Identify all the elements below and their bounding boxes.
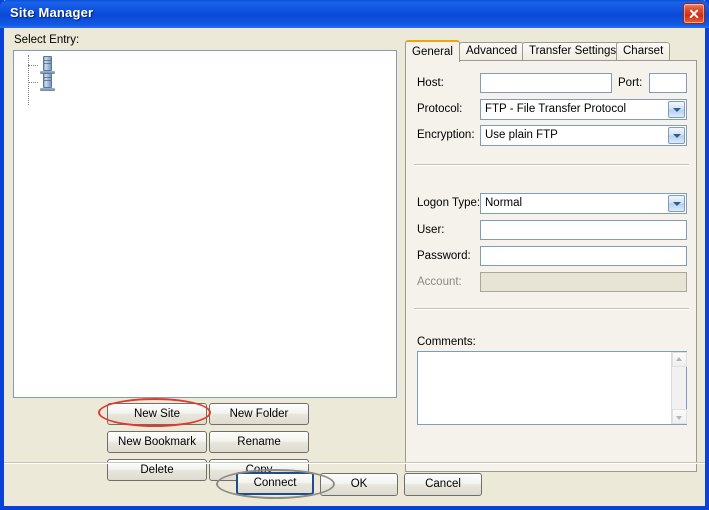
section-divider (414, 164, 689, 166)
host-label: Host: (417, 77, 444, 89)
user-label: User: (417, 224, 445, 236)
tab-transfer-settings[interactable]: Transfer Settings (522, 42, 624, 61)
protocol-value: FTP - File Transfer Protocol (485, 103, 627, 115)
chevron-down-icon[interactable] (668, 195, 685, 212)
dialog-client-area: Select Entry: New Site New Folder New Bo… (4, 28, 705, 506)
tab-advanced[interactable]: Advanced (459, 42, 525, 61)
protocol-select[interactable]: FTP - File Transfer Protocol (480, 99, 687, 120)
ok-button[interactable]: OK (320, 473, 398, 496)
password-label: Password: (417, 250, 471, 262)
tab-strip: General Advanced Transfer Settings Chars… (405, 40, 697, 62)
rename-button[interactable]: Rename (209, 431, 309, 453)
chevron-down-icon[interactable] (668, 127, 685, 144)
select-entry-label: Select Entry: (14, 34, 80, 46)
protocol-label: Protocol: (417, 103, 463, 115)
scroll-down-icon[interactable] (672, 409, 687, 424)
tab-general[interactable]: General (405, 40, 460, 62)
host-input[interactable] (480, 73, 612, 93)
user-input[interactable] (480, 220, 687, 240)
logon-type-select[interactable]: Normal (480, 193, 687, 214)
encryption-select[interactable]: Use plain FTP (480, 125, 687, 146)
encryption-value: Use plain FTP (485, 129, 558, 141)
port-input[interactable] (649, 73, 687, 93)
comments-textarea[interactable] (417, 351, 687, 425)
window-title: Site Manager (10, 5, 94, 20)
site-manager-window: Site Manager Select Entry: New Site New … (0, 0, 709, 510)
cancel-button[interactable]: Cancel (404, 473, 482, 496)
logon-type-label: Logon Type: (417, 197, 481, 209)
general-tab-panel: Host: Port: Protocol: FTP - File Transfe… (405, 60, 697, 472)
comments-label: Comments: (417, 336, 476, 348)
site-tree[interactable] (13, 50, 397, 398)
account-label: Account: (417, 276, 462, 288)
tab-charset[interactable]: Charset (616, 42, 671, 61)
comments-scrollbar[interactable] (671, 352, 687, 424)
server-icon (40, 73, 55, 91)
tree-connector-branch (28, 82, 38, 83)
tree-item-site-2[interactable] (28, 72, 68, 92)
connect-button[interactable]: Connect (236, 472, 314, 495)
logon-type-value: Normal (485, 197, 523, 209)
footer-divider (4, 462, 705, 464)
scroll-up-icon[interactable] (672, 352, 687, 367)
new-folder-button[interactable]: New Folder (209, 403, 309, 425)
password-input[interactable] (480, 246, 687, 266)
encryption-label: Encryption: (417, 129, 475, 141)
new-site-button[interactable]: New Site (107, 403, 207, 425)
close-icon[interactable] (683, 3, 705, 24)
new-bookmark-button[interactable]: New Bookmark (107, 431, 207, 453)
account-input (480, 272, 687, 292)
chevron-down-icon[interactable] (668, 101, 685, 118)
section-divider (414, 308, 689, 310)
title-bar[interactable]: Site Manager (0, 0, 709, 28)
port-label: Port: (618, 77, 643, 89)
tree-connector-branch (28, 65, 38, 66)
